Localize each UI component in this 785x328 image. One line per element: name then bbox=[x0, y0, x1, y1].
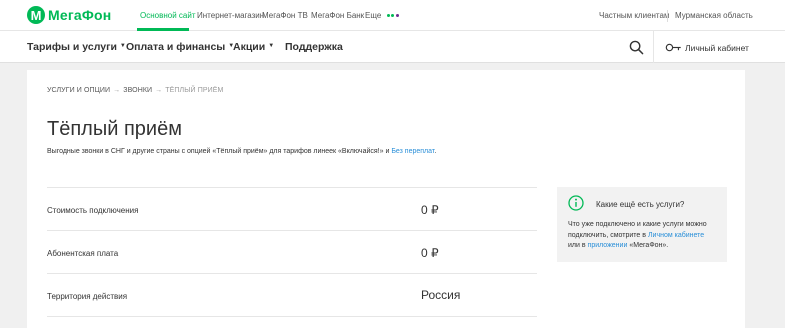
breadcrumb: УСЛУГИ И ОПЦИИ → ЗВОНКИ → ТЁПЛЫЙ ПРИЁМ bbox=[47, 87, 223, 94]
logo-text: МегаФон bbox=[48, 7, 112, 23]
logo-mark: M bbox=[27, 6, 45, 24]
param-label-connection-cost: Стоимость подключения bbox=[47, 206, 139, 215]
top-link-more[interactable]: Еще bbox=[365, 11, 400, 20]
caret-down-icon: ▼ bbox=[119, 43, 126, 50]
page-description: Выгодные звонки в СНГ и другие страны с … bbox=[47, 148, 436, 155]
top-link-megafon-tv[interactable]: МегаФон ТВ bbox=[262, 11, 308, 20]
nav-payment-label: Оплата и финансы bbox=[126, 41, 226, 53]
description-text: Выгодные звонки в СНГ и другие страны с … bbox=[47, 148, 390, 155]
app-link[interactable]: приложении bbox=[588, 242, 628, 249]
nav-support[interactable]: Поддержка bbox=[285, 41, 343, 53]
nav-tariffs[interactable]: Тарифы и услуги ▼ bbox=[27, 41, 126, 53]
row-divider bbox=[47, 230, 537, 231]
infobox-text-2: или в bbox=[568, 242, 586, 249]
param-value-subscription-fee: 0 ₽ bbox=[421, 246, 439, 260]
personal-cabinet-link[interactable]: Личный кабинет bbox=[685, 43, 749, 53]
breadcrumb-calls[interactable]: ЗВОНКИ bbox=[123, 87, 152, 94]
breadcrumb-separator: → bbox=[113, 87, 121, 94]
key-icon bbox=[665, 43, 681, 52]
content-card: УСЛУГИ И ОПЦИИ → ЗВОНКИ → ТЁПЛЫЙ ПРИЁМ Тёплы… bbox=[27, 70, 745, 328]
top-bar: M МегаФон Основной сайт Интернет-магазин… bbox=[0, 0, 785, 31]
more-dot-2 bbox=[391, 14, 395, 18]
infobox-title: Какие ещё есть услуги? bbox=[596, 200, 685, 209]
tariff-line-link[interactable]: Без переплат bbox=[391, 148, 434, 155]
infobox-text-3: «МегаФон». bbox=[629, 242, 669, 249]
param-value-connection-cost: 0 ₽ bbox=[421, 203, 439, 217]
row-divider bbox=[47, 316, 537, 317]
search-icon[interactable] bbox=[629, 40, 644, 55]
param-label-territory: Территория действия bbox=[47, 292, 128, 301]
megafon-logo[interactable]: M МегаФон bbox=[27, 6, 111, 24]
more-dot-1 bbox=[386, 14, 390, 18]
region-selector[interactable]: Мурманская область bbox=[675, 11, 753, 20]
client-type-selector[interactable]: Частным клиентам bbox=[599, 11, 669, 20]
nav-tariffs-label: Тарифы и услуги bbox=[27, 41, 117, 53]
row-divider bbox=[47, 273, 537, 274]
nav-divider bbox=[653, 31, 654, 63]
top-link-megafon-bank[interactable]: МегаФон Банк bbox=[311, 11, 364, 20]
breadcrumb-services[interactable]: УСЛУГИ И ОПЦИИ bbox=[47, 87, 110, 94]
param-label-subscription-fee: Абонентская плата bbox=[47, 249, 119, 258]
row-divider bbox=[47, 187, 537, 188]
nav-promotions-label: Акции bbox=[233, 41, 266, 53]
param-value-territory: Россия bbox=[421, 288, 461, 302]
more-dot-3 bbox=[395, 14, 399, 18]
nav-promotions[interactable]: Акции ▼ bbox=[233, 41, 274, 53]
other-services-infobox: Какие ещё есть услуги? Что уже подключен… bbox=[557, 187, 727, 262]
more-label: Еще bbox=[365, 11, 382, 20]
personal-cabinet-inline-link[interactable]: Личном кабинете bbox=[648, 232, 704, 239]
nav-payment[interactable]: Оплата и финансы ▼ bbox=[126, 41, 234, 53]
top-divider bbox=[667, 10, 668, 22]
description-end: . bbox=[434, 148, 437, 155]
more-dots-icon bbox=[386, 10, 401, 19]
breadcrumb-current: ТЁПЛЫЙ ПРИЁМ bbox=[165, 87, 224, 94]
caret-down-icon: ▼ bbox=[268, 43, 275, 50]
infobox-text: Что уже подключено и какие услуги можно … bbox=[568, 220, 724, 252]
info-icon bbox=[568, 195, 584, 211]
main-nav: Тарифы и услуги ▼ Оплата и финансы ▼ Акции… bbox=[0, 31, 785, 63]
top-link-online-store[interactable]: Интернет-магазин bbox=[197, 11, 264, 20]
page-title: Тёплый приём bbox=[47, 118, 182, 140]
breadcrumb-separator: → bbox=[155, 87, 163, 94]
top-link-main-site[interactable]: Основной сайт bbox=[140, 11, 195, 20]
